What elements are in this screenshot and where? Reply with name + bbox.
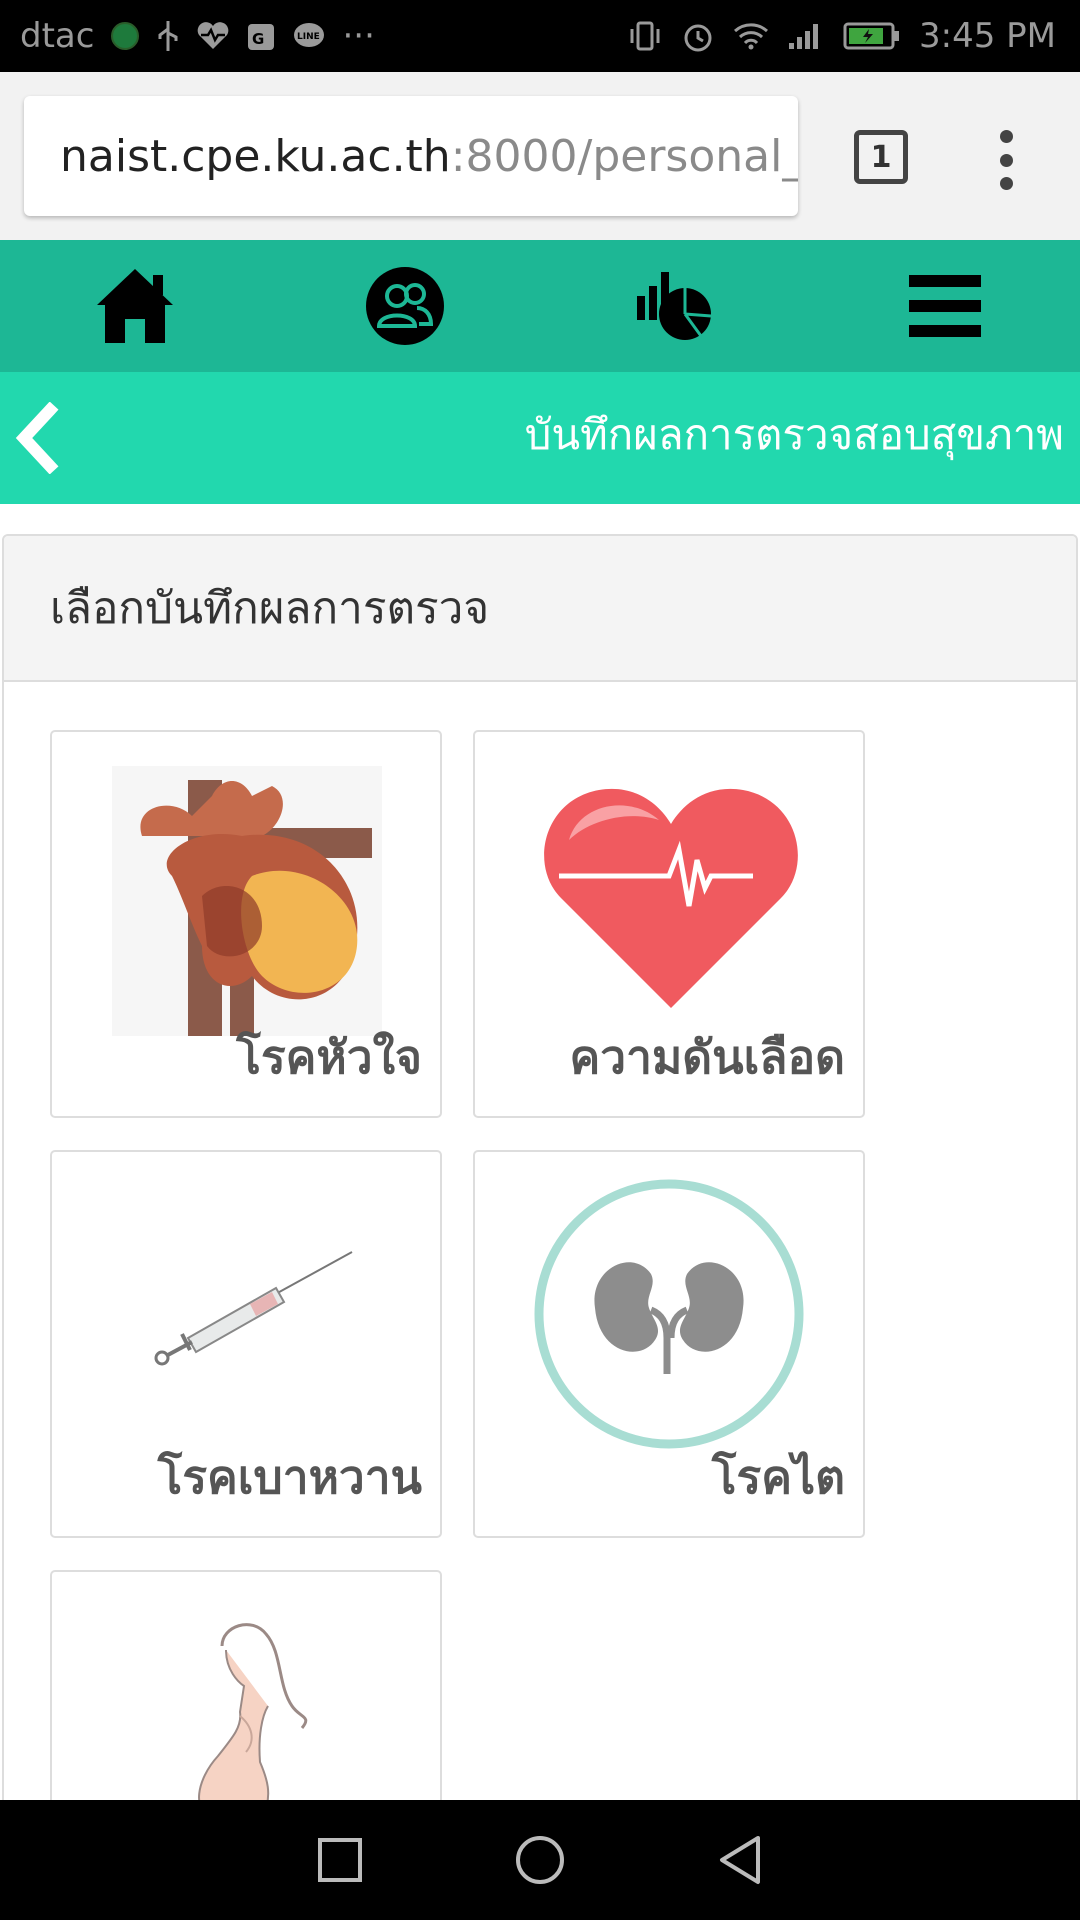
svg-text:G: G [252,30,264,48]
heart-anatomy-icon [112,766,382,1036]
back-button[interactable] [716,1834,764,1886]
clock-time: 3:45 PM [919,16,1056,56]
record-selection-panel: เลือกบันทึกผลการตรวจ โรคหัวใจ ความดันเลื… [2,534,1078,1834]
menu-dot [999,177,1013,190]
wifi-icon [733,21,769,51]
svg-text:LINE: LINE [297,32,320,42]
panel-heading: เลือกบันทึกผลการตรวจ [4,536,1076,682]
back-chevron-icon[interactable] [10,402,62,474]
tile-label: โรคหัวใจ [236,1030,422,1084]
system-nav-bar [0,1800,1080,1920]
statistics-icon [637,272,712,340]
url-path: :8000/personal_ [450,130,798,182]
home-icon [97,269,173,343]
tile-label: โรคเบาหวาน [157,1450,422,1504]
tile-kidney-disease[interactable]: โรคไต [473,1150,865,1538]
tile-diabetes[interactable]: โรคเบาหวาน [50,1150,442,1538]
heart-pulse-icon [544,788,798,1008]
menu-dot [999,153,1013,167]
hamburger-menu-icon [909,275,981,337]
tile-heart-disease[interactable]: โรคหัวใจ [50,730,442,1118]
maps-icon: G [246,20,276,52]
kidney-icon [534,1179,804,1449]
carrier-label: dtac [20,16,95,56]
app-nav-bar [0,240,1080,372]
nav-menu-button[interactable] [810,240,1080,372]
globe-icon [110,21,140,51]
signal-icon [787,21,825,51]
tile-label: ความดันเลือด [569,1030,845,1084]
nav-statistics-button[interactable] [540,240,810,372]
recent-apps-button[interactable] [316,1836,364,1884]
status-bar: dtac G LINE ··· 3:45 PM [0,0,1080,72]
url-host: naist.cpe.ku.ac.th [60,130,451,182]
more-notifications: ··· [342,16,375,56]
nav-home-button[interactable] [0,240,270,372]
syringe-icon [154,1251,353,1366]
tile-pregnancy[interactable] [50,1570,442,1832]
menu-dot [999,130,1013,143]
page-header: บันทึกผลการตรวจสอบสุขภาพ [0,372,1080,504]
vibrate-icon [627,20,663,52]
page-title: บันทึกผลการตรวจสอบสุขภาพ [524,410,1064,459]
line-app-icon: LINE [292,21,326,51]
tile-label: โรคไต [711,1450,845,1504]
home-button[interactable] [514,1834,566,1886]
usb-icon [156,19,180,53]
url-bar[interactable]: naist.cpe.ku.ac.th:8000/personal_ [24,96,798,216]
tab-switcher-button[interactable]: 1 [854,130,908,184]
nav-users-button[interactable] [270,240,540,372]
battery-icon [843,21,901,51]
alarm-icon [681,19,715,53]
health-app-icon [196,21,230,51]
browser-toolbar: naist.cpe.ku.ac.th:8000/personal_ 1 [0,72,1080,240]
tile-blood-pressure[interactable]: ความดันเลือด [473,730,865,1118]
users-icon [366,267,444,345]
pregnant-woman-icon [198,1623,308,1816]
browser-menu-button[interactable] [996,130,1016,190]
